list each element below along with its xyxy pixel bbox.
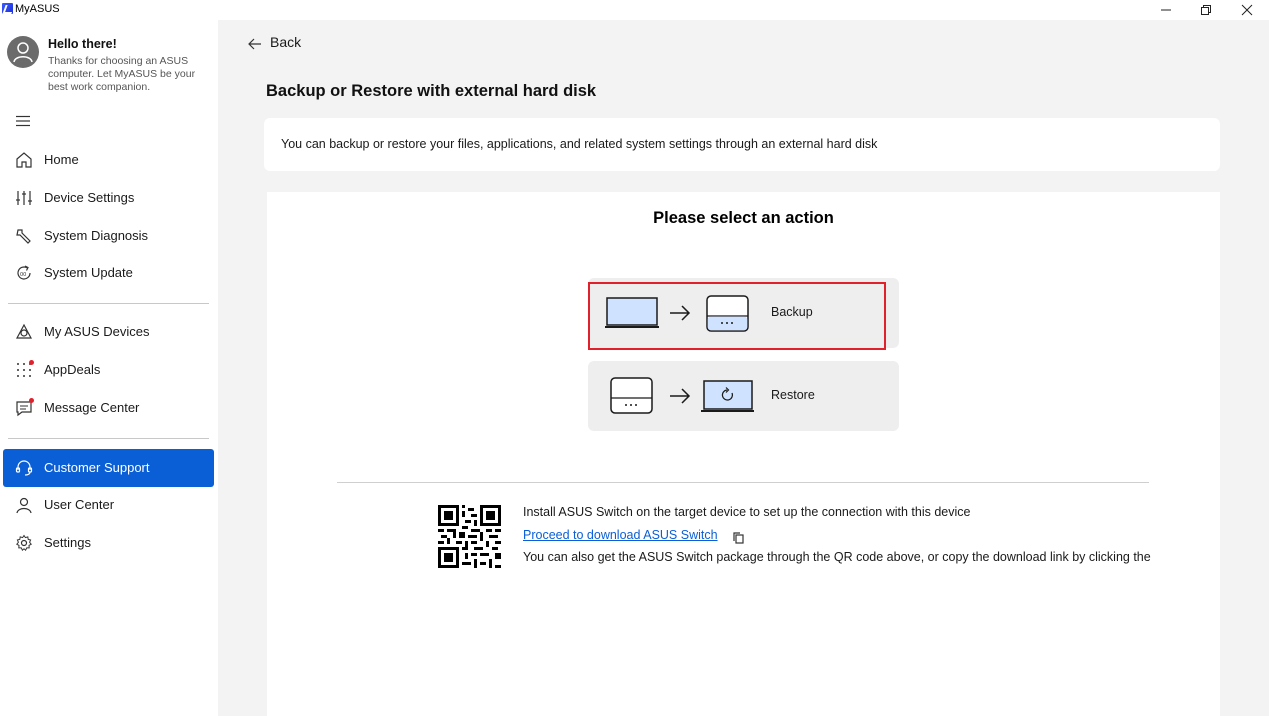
restore-icon [1201, 5, 1211, 15]
sidebar-item-label: Home [44, 152, 79, 167]
sidebar-item-device-settings[interactable]: Device Settings [3, 179, 214, 217]
sidebar-item-label: Customer Support [44, 460, 150, 475]
sidebar-divider [8, 438, 209, 439]
greeting-title: Hello there! [48, 37, 117, 51]
sidebar-item-label: User Center [44, 497, 115, 512]
sidebar-item-label: System Diagnosis [44, 228, 149, 243]
sidebar-item-settings[interactable]: Settings [3, 524, 214, 562]
action-title: Please select an action [653, 209, 834, 227]
sidebar-item-system-update[interactable]: 00 System Update [3, 254, 214, 292]
sidebar-item-message-center[interactable]: Message Center [3, 389, 214, 427]
switch-info-text: Install ASUS Switch on the target device… [523, 505, 971, 519]
sidebar: Hello there! Thanks for choosing an ASUS… [0, 20, 218, 716]
sidebar-divider [8, 303, 209, 304]
sidebar-item-system-diagnosis[interactable]: System Diagnosis [3, 217, 214, 255]
restore-illustration-icon [610, 377, 754, 414]
update-icon: 00 [17, 265, 31, 280]
sidebar-item-home[interactable]: Home [3, 141, 214, 179]
sidebar-item-user-center[interactable]: User Center [3, 486, 214, 524]
close-button[interactable] [1227, 0, 1267, 20]
download-switch-link[interactable]: Proceed to download ASUS Switch [523, 528, 718, 542]
page-title: Backup or Restore with external hard dis… [266, 82, 597, 100]
sidebar-item-label: Message Center [44, 400, 140, 415]
action-card: Please select an action Backup Restore I… [267, 192, 1220, 716]
minimize-icon [1161, 9, 1171, 11]
selection-highlight [588, 282, 886, 350]
sidebar-item-my-asus-devices[interactable]: My ASUS Devices [3, 313, 214, 351]
user-icon [16, 497, 32, 514]
avatar[interactable] [7, 36, 39, 68]
sidebar-item-label: System Update [44, 265, 133, 280]
restore-button[interactable] [1186, 0, 1226, 20]
notification-badge [29, 360, 34, 365]
gear-icon [16, 534, 32, 552]
notification-badge [29, 398, 34, 403]
greeting-subtitle: Thanks for choosing an ASUS computer. Le… [48, 55, 196, 93]
sidebar-item-customer-support[interactable]: Customer Support [3, 449, 214, 487]
copy-icon[interactable] [733, 532, 744, 544]
qr-code-icon [438, 505, 501, 568]
sidebar-item-label: AppDeals [44, 362, 101, 377]
restore-option[interactable]: Restore [588, 361, 899, 431]
window-title: MyASUS [15, 3, 60, 15]
sliders-icon [16, 191, 32, 205]
restore-label: Restore [771, 388, 815, 402]
devices-icon [15, 323, 33, 339]
close-icon [1241, 4, 1253, 16]
sidebar-item-label: My ASUS Devices [44, 324, 150, 339]
user-avatar-icon [13, 42, 33, 63]
arrow-left-icon [248, 38, 261, 50]
section-divider [337, 482, 1149, 483]
switch-note-text: You can also get the ASUS Switch package… [523, 550, 1151, 564]
sidebar-item-appdeals[interactable]: AppDeals [3, 351, 214, 389]
title-bar: MyASUS [0, 0, 1269, 20]
minimize-button[interactable] [1146, 0, 1186, 20]
asus-logo-icon [2, 3, 13, 14]
svg-text:00: 00 [20, 272, 26, 278]
description-text: You can backup or restore your files, ap… [281, 137, 878, 151]
headset-icon [15, 460, 33, 476]
wrench-icon [16, 229, 31, 244]
home-icon [16, 152, 32, 168]
back-label: Back [270, 34, 302, 50]
hamburger-menu-icon[interactable] [15, 115, 31, 127]
sidebar-item-label: Settings [44, 535, 91, 550]
description-card: You can backup or restore your files, ap… [264, 118, 1220, 171]
sidebar-item-label: Device Settings [44, 190, 135, 205]
